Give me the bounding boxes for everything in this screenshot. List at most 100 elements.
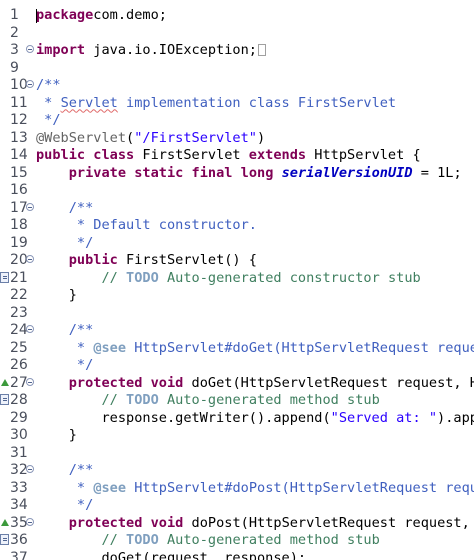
task-marker-icon[interactable] xyxy=(0,394,9,405)
code-line[interactable]: 20 public FirstServlet() { xyxy=(0,252,474,270)
code-text: protected void doPost(HttpServletRequest… xyxy=(36,515,474,533)
code-line[interactable]: 37 doGet(request, response); xyxy=(0,549,474,560)
code-line[interactable]: 23 xyxy=(0,304,474,322)
code-text: // TODO Auto-generated method stub xyxy=(36,532,380,550)
code-line[interactable]: 14 public class FirstServlet extends Http… xyxy=(0,147,474,165)
line-gutter: 30 xyxy=(0,427,34,445)
code-line[interactable]: 16 xyxy=(0,182,474,200)
code-line[interactable]: 31 xyxy=(0,444,474,462)
task-marker-icon[interactable] xyxy=(0,534,9,545)
line-gutter: 29 xyxy=(0,409,34,427)
code-line[interactable]: 27 protected void doGet(HttpServletReque… xyxy=(0,374,474,393)
code-line[interactable]: 2 xyxy=(0,24,474,42)
code-line[interactable]: 24 /** xyxy=(0,322,474,340)
line-number: 24 xyxy=(10,322,28,338)
code-line[interactable]: 12 */ xyxy=(0,112,474,130)
code-text: * Default constructor. xyxy=(36,217,257,235)
fold-toggle-icon[interactable] xyxy=(26,202,34,211)
code-line[interactable]: 32 /** xyxy=(0,462,474,480)
line-number: 28 xyxy=(10,392,28,408)
override-marker-icon[interactable] xyxy=(1,378,9,386)
fold-toggle-icon[interactable] xyxy=(26,465,34,473)
fold-toggle-icon[interactable] xyxy=(26,255,34,263)
line-number: 22 xyxy=(10,287,28,303)
code-line[interactable]: 1 packagecom.demo; xyxy=(0,7,474,25)
code-text: protected void doGet(HttpServletRequest … xyxy=(36,375,474,393)
fold-toggle-icon[interactable] xyxy=(26,45,34,53)
code-editor[interactable]: 1 packagecom.demo; 2 3 import java.io.IOExce… xyxy=(0,0,474,560)
task-marker-icon[interactable] xyxy=(0,271,9,283)
code-line[interactable]: 29 response.getWriter().append("Served a… xyxy=(0,409,474,427)
line-number: 3 xyxy=(10,42,19,58)
code-token: /** xyxy=(68,199,94,216)
code-token: } xyxy=(36,287,77,303)
line-gutter: 10 xyxy=(0,77,34,95)
code-token: void xyxy=(150,374,184,391)
code-token: @see xyxy=(93,339,127,356)
line-gutter: 22 xyxy=(0,287,34,305)
line-number: 14 xyxy=(10,147,28,163)
code-text: // TODO Auto-generated constructor stub xyxy=(36,269,420,288)
line-gutter: 28 xyxy=(0,392,34,410)
override-marker-icon[interactable] xyxy=(1,518,9,526)
line-gutter: 1 xyxy=(0,7,34,25)
code-token: */ xyxy=(68,234,94,251)
code-token: doGet(request, response); xyxy=(36,549,307,560)
code-token: java.io.IOException; xyxy=(85,42,257,58)
code-line[interactable]: 13 @WebServlet("/FirstServlet") xyxy=(0,129,474,147)
code-token: TODO xyxy=(126,269,159,286)
code-line[interactable]: 17 /** xyxy=(0,199,474,218)
collapsed-imports-icon[interactable] xyxy=(257,44,266,56)
code-text: * @see HttpServlet#doGet(HttpServletRequ… xyxy=(36,340,474,358)
code-line[interactable]: 9 xyxy=(0,59,474,77)
fold-toggle-icon[interactable] xyxy=(26,517,34,526)
code-line[interactable]: 18 * Default constructor. xyxy=(0,217,474,235)
code-token: Servlet xyxy=(60,94,118,111)
code-token: protected xyxy=(68,514,143,531)
line-gutter: 20 xyxy=(0,252,34,270)
code-token: // xyxy=(101,269,127,286)
fold-toggle-icon[interactable] xyxy=(26,80,34,88)
code-text: /** xyxy=(36,199,94,218)
code-line[interactable]: 19 */ xyxy=(0,234,474,252)
code-token: */ xyxy=(68,497,94,513)
code-line[interactable]: 11 * Servlet implementation class FirstS… xyxy=(0,94,474,112)
code-token: Auto-generated method stub xyxy=(158,532,380,548)
code-token: @WebServlet xyxy=(36,129,127,146)
fold-toggle-icon[interactable] xyxy=(26,377,34,386)
code-line[interactable]: 36 // TODO Auto-generated method stub xyxy=(0,532,474,550)
code-line[interactable]: 3 import java.io.IOException; xyxy=(0,42,474,60)
code-line[interactable]: 26 */ xyxy=(0,357,474,375)
line-number: 35 xyxy=(10,514,28,531)
line-number: 1 xyxy=(10,7,19,23)
line-number: 11 xyxy=(10,94,28,111)
line-gutter: 21 xyxy=(0,269,34,287)
code-token: import xyxy=(36,42,86,58)
code-line[interactable]: 22 } xyxy=(0,287,474,305)
code-line[interactable]: 34 */ xyxy=(0,497,474,515)
line-gutter: 36 xyxy=(0,532,34,550)
code-token: * Default constructor. xyxy=(68,217,257,233)
code-line[interactable]: 15 private static final long serialVersi… xyxy=(0,164,474,182)
code-token: final xyxy=(191,164,233,181)
code-token: HttpServlet#doPost(HttpServletRequest re… xyxy=(134,479,474,496)
code-line[interactable]: 28 // TODO Auto-generated method stub xyxy=(0,392,474,410)
code-token: // xyxy=(101,532,127,548)
line-number: 2 xyxy=(10,24,19,41)
line-gutter: 37 xyxy=(0,549,34,560)
code-line[interactable]: 25 * @see HttpServlet#doGet(HttpServletR… xyxy=(0,339,474,358)
code-token: com.demo; xyxy=(93,7,167,23)
code-line[interactable]: 35 protected void doPost(HttpServletRequ… xyxy=(0,514,474,533)
code-line[interactable]: 21 // TODO Auto-generated constructor st… xyxy=(0,269,474,288)
code-line[interactable]: 10 /** xyxy=(0,77,474,95)
line-number: 17 xyxy=(10,199,28,216)
code-token: response.getWriter().append( xyxy=(36,409,331,426)
code-line[interactable]: 33 * @see HttpServlet#doPost(HttpServlet… xyxy=(0,479,474,497)
fold-toggle-icon[interactable] xyxy=(26,325,34,333)
code-line[interactable]: 30 } xyxy=(0,427,474,445)
